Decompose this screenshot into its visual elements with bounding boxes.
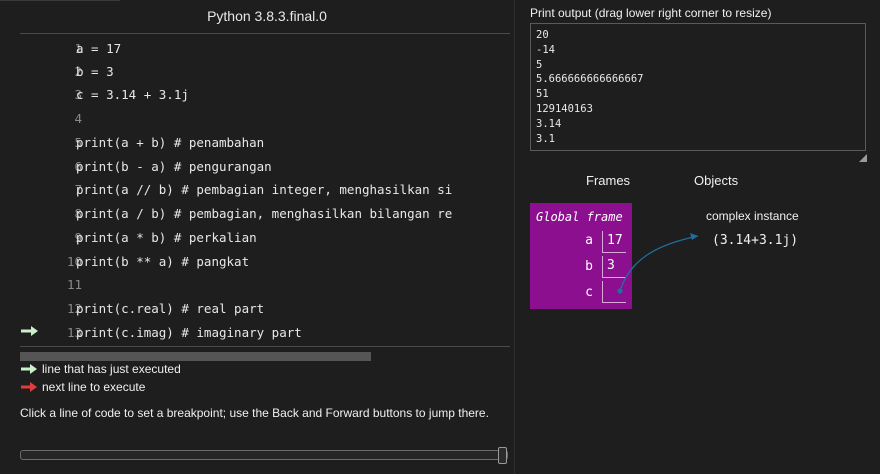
print-output-text: 20 -14 5 5.666666666666667 51 129140163 … [536, 29, 644, 145]
line-source: print(a * b) # perkalian [76, 230, 257, 245]
execution-progress-bar [20, 352, 371, 361]
code-line-4[interactable]: 4 [20, 108, 510, 128]
print-output-box[interactable]: 20 -14 5 5.666666666666667 51 129140163 … [530, 23, 866, 151]
line-source: print(b ** a) # pangkat [76, 254, 250, 269]
line-source: print(c.real) # real part [76, 301, 265, 316]
code-line-9[interactable]: 9 print(a * b) # perkalian [20, 227, 510, 247]
code-line-12[interactable]: 12 print(c.real) # real part [20, 298, 510, 318]
legend-next: next line to execute [20, 380, 145, 394]
code-line-3[interactable]: 3c = 3.14 + 3.1j [20, 84, 510, 104]
code-line-8[interactable]: 8 print(a / b) # pembagian, menghasilkan … [20, 203, 510, 223]
legend-executed-text: line that has just executed [42, 362, 181, 376]
code-line-7[interactable]: 7 print(a // b) # pembagian integer, meng… [20, 179, 510, 199]
breakpoint-hint: Click a line of code to set a breakpoint… [20, 406, 489, 420]
line-source: print(b - a) # pengurangan [76, 159, 272, 174]
executed-line-arrow-icon [20, 324, 40, 338]
objects-header: Objects [694, 173, 739, 188]
step-slider-track[interactable] [20, 450, 508, 460]
resize-grip-icon[interactable] [859, 154, 867, 162]
code-bottom-rule [20, 346, 510, 347]
object-value: (3.14+3.1j) [712, 233, 799, 248]
line-source: print(a // b) # pembagian integer, mengh… [76, 182, 453, 197]
object-type-label: complex instance [706, 209, 799, 223]
code-line-13[interactable]: 13 print(c.imag) # imaginary part [20, 322, 510, 342]
line-number: 4 [74, 111, 82, 126]
top-edge-line [0, 0, 120, 1]
line-source: a = 17 [76, 41, 122, 56]
code-listing: 1a = 17 2b = 3 3c = 3.14 + 3.1j 4 5 print… [20, 36, 510, 344]
code-line-1[interactable]: 1a = 17 [20, 38, 510, 58]
language-title: Python 3.8.3.final.0 [207, 8, 327, 24]
frames-header: Frames [586, 173, 631, 188]
code-line-10[interactable]: 10 print(b ** a) # pangkat [20, 251, 510, 271]
var-name-b: b [585, 259, 593, 274]
var-name-a: a [585, 233, 593, 248]
red-arrow-icon [21, 382, 37, 392]
step-slider-handle[interactable] [498, 447, 507, 464]
line-source: print(a / b) # pembagian, menghasilkan b… [76, 206, 453, 221]
code-line-2[interactable]: 2b = 3 [20, 61, 510, 81]
legend-next-text: next line to execute [42, 380, 146, 394]
line-source: print(c.imag) # imaginary part [76, 325, 302, 340]
line-source: print(a + b) # penambahan [76, 135, 265, 150]
code-line-6[interactable]: 6 print(b - a) # pengurangan [20, 156, 510, 176]
line-number: 11 [66, 277, 82, 292]
print-output-label: Print output (drag lower right corner to… [530, 6, 772, 20]
reference-arrow [617, 233, 699, 294]
var-name-c: c [585, 285, 593, 300]
line-source: b = 3 [76, 64, 114, 79]
code-line-11[interactable]: 11 [20, 274, 510, 294]
line-source: c = 3.14 + 3.1j [76, 87, 189, 102]
legend-executed: line that has just executed [20, 362, 181, 376]
panel-divider[interactable] [514, 0, 515, 474]
code-top-rule [20, 33, 510, 34]
code-line-5[interactable]: 5 print(a + b) # penambahan [20, 132, 510, 152]
green-arrow-icon [21, 364, 37, 374]
